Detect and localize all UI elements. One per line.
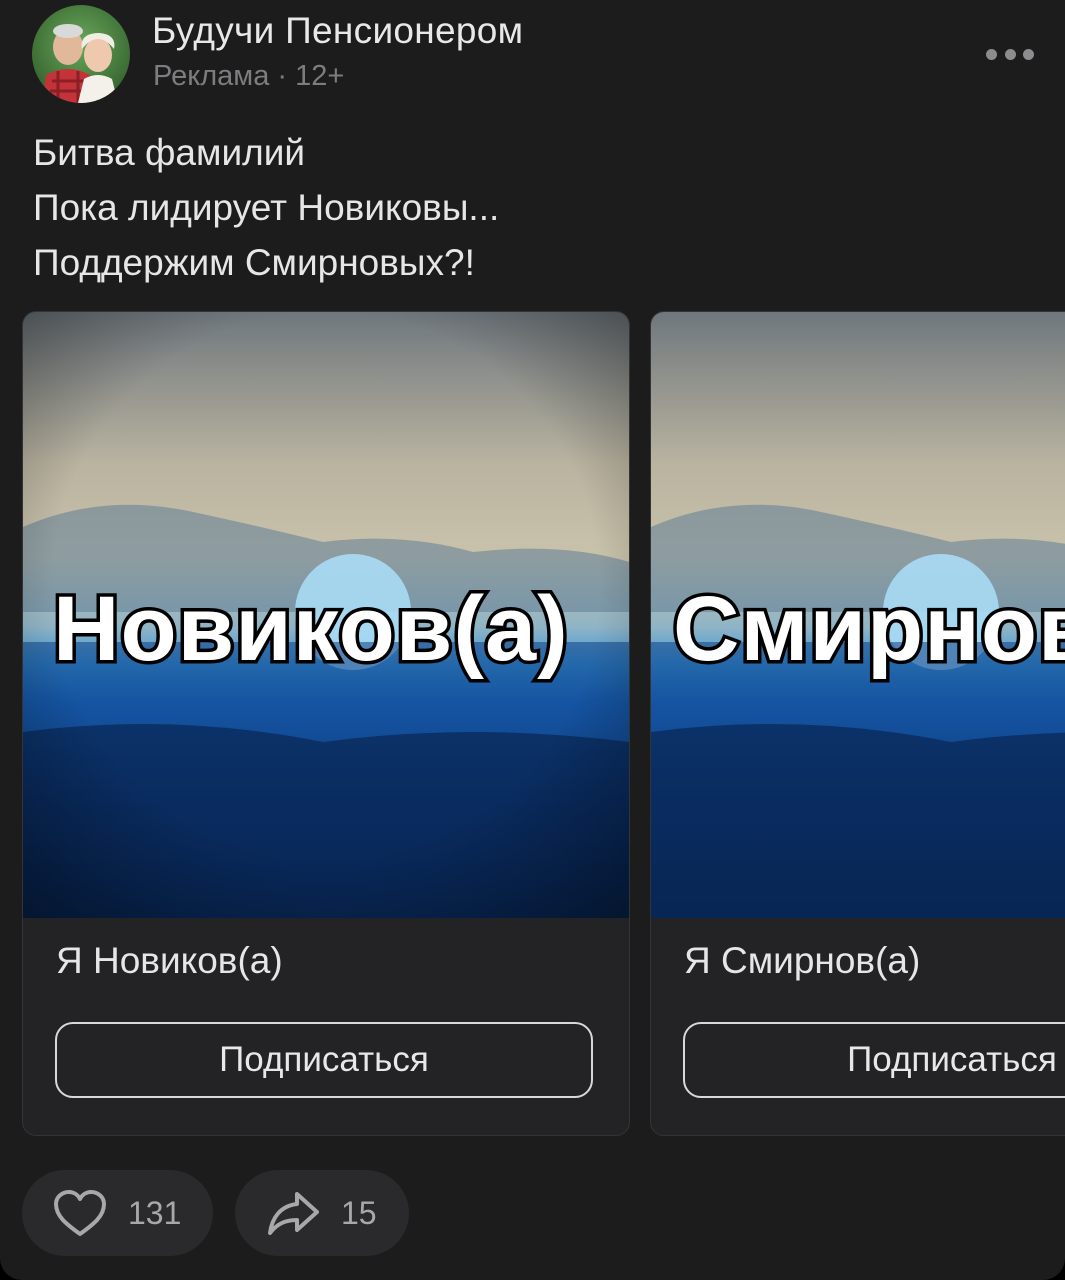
post-text-line: Поддержим Смирновых?! xyxy=(33,242,475,283)
post-text-line: Битва фамилий xyxy=(33,132,306,173)
share-count: 15 xyxy=(341,1194,377,1231)
share-arrow-icon xyxy=(265,1188,321,1238)
heart-icon xyxy=(52,1188,108,1238)
subscription-card: Новиков(а) Я Новиков(а) Подписаться xyxy=(22,311,630,1136)
card-carousel[interactable]: Новиков(а) Я Новиков(а) Подписаться Смир… xyxy=(22,311,1065,1136)
author-name[interactable]: Будучи Пенсионером xyxy=(152,10,523,52)
subscribe-button[interactable]: Подписаться xyxy=(55,1022,593,1098)
subscribe-button[interactable]: Подписаться xyxy=(683,1022,1065,1098)
subscription-card: Смирнов(а) Я Смирнов(а) Подписаться xyxy=(650,311,1065,1136)
ad-meta-label: Реклама · 12+ xyxy=(153,60,345,92)
like-count: 131 xyxy=(128,1194,182,1231)
author-avatar[interactable] xyxy=(32,5,130,103)
card-image[interactable]: Новиков(а) xyxy=(23,312,629,918)
share-button[interactable]: 15 xyxy=(235,1170,409,1256)
post-text: Битва фамилий Пока лидирует Новиковы... … xyxy=(33,125,499,290)
like-button[interactable]: 131 xyxy=(22,1170,213,1256)
post-text-line: Пока лидирует Новиковы... xyxy=(33,187,500,228)
card-image[interactable]: Смирнов(а) xyxy=(651,312,1065,918)
card-title: Я Новиков(а) xyxy=(56,940,283,981)
card-overlay-text: Смирнов(а) xyxy=(669,575,1065,684)
card-title: Я Смирнов(а) xyxy=(684,940,921,981)
more-dots-icon[interactable] xyxy=(986,42,1034,66)
ad-post: Будучи Пенсионером Реклама · 12+ Битва ф… xyxy=(0,0,1065,1280)
card-overlay-text: Новиков(а) xyxy=(50,575,572,684)
